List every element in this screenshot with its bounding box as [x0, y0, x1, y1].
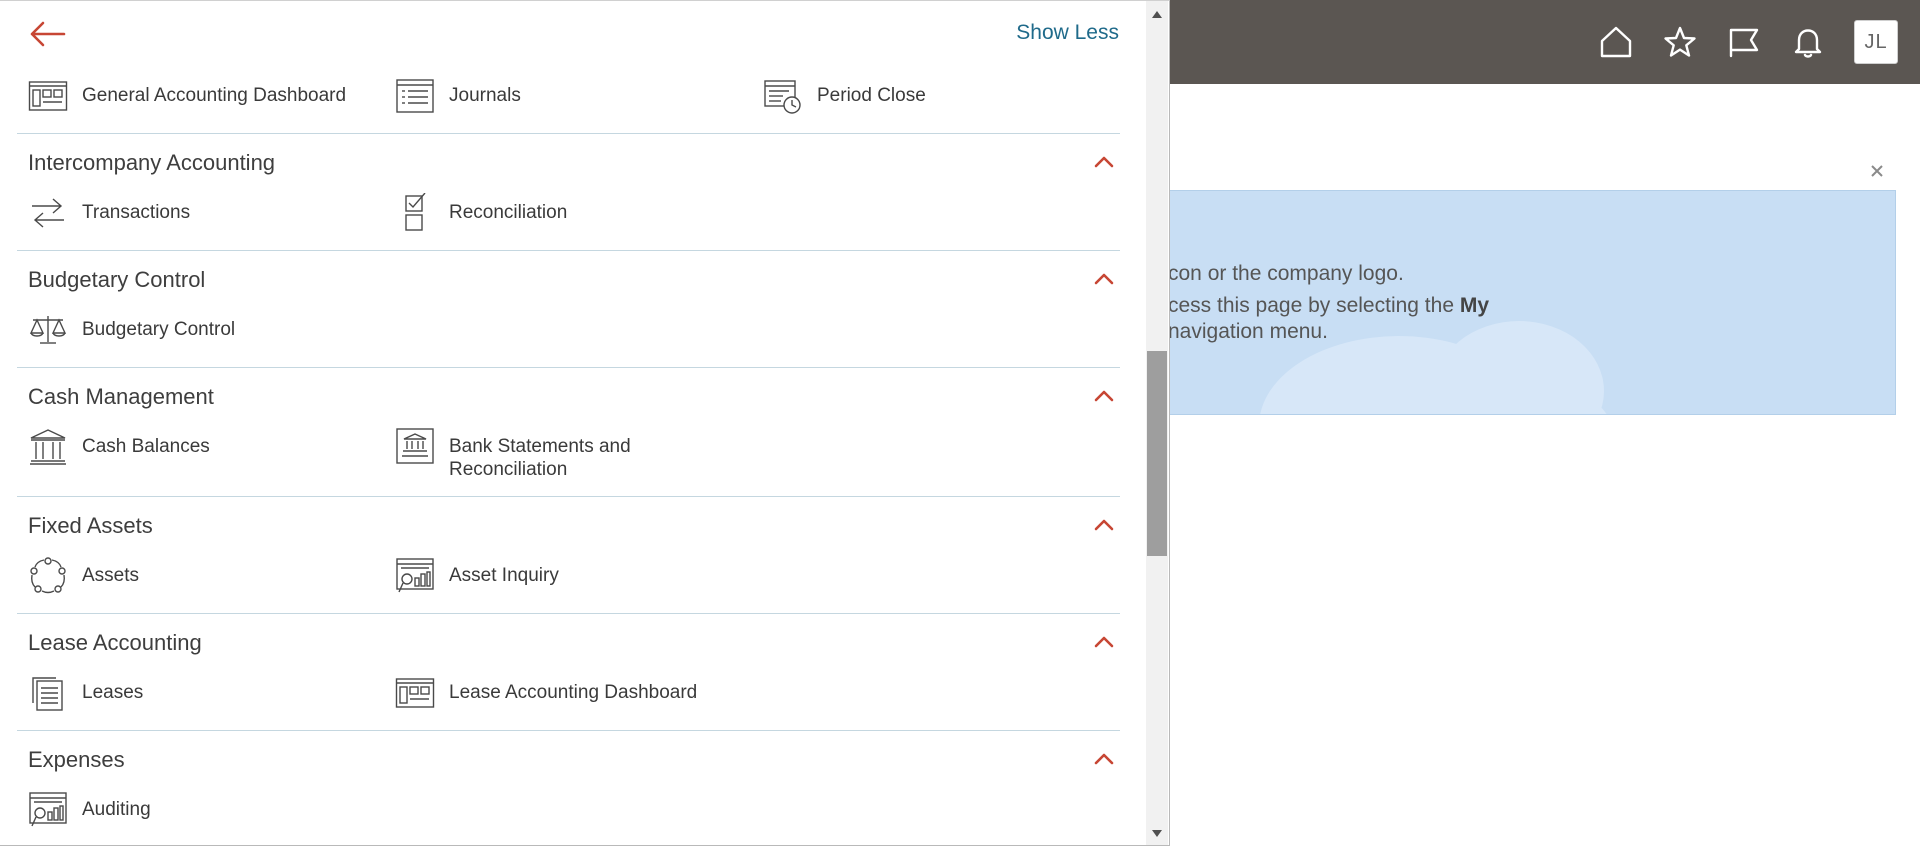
header-icons: JL	[1584, 0, 1920, 84]
section-divider	[17, 250, 1120, 251]
nav-item-label: Leases	[82, 682, 144, 703]
nav-item-journals[interactable]: Journals	[395, 76, 521, 116]
nav-item-label: Assets	[82, 565, 140, 586]
watchlist-flag-icon[interactable]	[1712, 0, 1776, 84]
user-avatar[interactable]: JL	[1854, 20, 1898, 64]
banner-message: con or the company logo. cess this page …	[1168, 258, 1489, 348]
chevron-up-icon[interactable]	[1093, 389, 1115, 403]
nav-item-label: Lease Accounting Dashboard	[449, 682, 698, 703]
nav-item-asset-inquiry[interactable]: Asset Inquiry	[395, 556, 559, 596]
chevron-up-icon[interactable]	[1093, 752, 1115, 766]
audit-inquiry-icon	[28, 790, 68, 830]
nav-item-label-line-2: Reconciliation	[449, 459, 568, 480]
nav-item-period-close[interactable]: Period Close	[763, 76, 926, 116]
back-arrow-icon[interactable]	[28, 19, 68, 49]
nav-item-label: Bank Statements and Reconciliation	[449, 427, 631, 481]
scrollbar-thumb[interactable]	[1147, 351, 1167, 556]
nav-item-label-line-1: Bank Statements and	[449, 436, 631, 457]
section-divider	[17, 496, 1120, 497]
dashboard-icon	[28, 76, 68, 116]
nav-item-label: Asset Inquiry	[449, 565, 559, 586]
checklist-icon	[395, 192, 435, 233]
nav-item-bank-statements-and-reconciliation[interactable]: Bank Statements and Reconciliation	[395, 427, 631, 480]
nav-item-label: Reconciliation	[449, 202, 568, 223]
bank-building-icon	[28, 427, 68, 467]
chevron-up-icon[interactable]	[1093, 272, 1115, 286]
transfer-arrows-icon	[28, 193, 68, 233]
nav-item-lease-accounting-dashboard[interactable]: Lease Accounting Dashboard	[395, 673, 697, 713]
nav-item-label: Journals	[449, 85, 521, 106]
dashboard-icon	[395, 673, 435, 713]
section-divider	[17, 730, 1120, 731]
nav-item-label: Auditing	[82, 799, 151, 820]
banner-line-1: con or the company logo.	[1168, 262, 1404, 285]
document-stack-icon	[28, 673, 68, 713]
period-close-icon	[763, 76, 803, 116]
section-title-budgetary-control: Budgetary Control	[28, 267, 206, 292]
nav-item-cash-balances[interactable]: Cash Balances	[28, 427, 210, 467]
section-divider	[17, 613, 1120, 614]
section-title-cash-management: Cash Management	[28, 384, 214, 409]
navigator-panel: Show Less General Accounting Dashboard J…	[0, 0, 1170, 846]
nav-item-label: Budgetary Control	[82, 319, 236, 340]
bank-statement-icon	[395, 427, 435, 467]
section-title-intercompany-accounting: Intercompany Accounting	[28, 150, 276, 175]
nav-item-reconciliation[interactable]: Reconciliation	[395, 192, 568, 233]
section-title-expenses: Expenses	[28, 747, 125, 772]
show-less-link[interactable]: Show Less	[1016, 21, 1119, 45]
home-icon[interactable]	[1584, 0, 1648, 84]
scroll-up-arrow-icon[interactable]	[1147, 1, 1167, 29]
nav-item-label: Transactions	[82, 202, 191, 223]
favorites-star-icon[interactable]	[1648, 0, 1712, 84]
chevron-up-icon[interactable]	[1093, 518, 1115, 532]
nav-item-leases[interactable]: Leases	[28, 673, 143, 713]
nav-item-auditing[interactable]: Auditing	[28, 790, 151, 830]
asset-cycle-icon	[28, 556, 68, 596]
section-divider	[17, 367, 1120, 368]
nav-item-label: Period Close	[817, 85, 926, 106]
nav-item-assets[interactable]: Assets	[28, 556, 139, 596]
section-divider	[17, 133, 1120, 134]
nav-item-label: Cash Balances	[82, 436, 210, 457]
scroll-down-arrow-icon[interactable]	[1147, 819, 1167, 845]
section-title-lease-accounting: Lease Accounting	[28, 630, 202, 655]
chevron-up-icon[interactable]	[1093, 635, 1115, 649]
chevron-up-icon[interactable]	[1093, 155, 1115, 169]
nav-item-general-accounting-dashboard[interactable]: General Accounting Dashboard	[28, 76, 346, 116]
balance-scale-icon	[28, 310, 68, 350]
nav-item-label: General Accounting Dashboard	[82, 85, 347, 106]
asset-inquiry-icon	[395, 556, 435, 596]
close-banner-icon[interactable]	[1869, 163, 1885, 179]
nav-item-transactions[interactable]: Transactions	[28, 193, 190, 233]
journal-list-icon	[395, 76, 435, 116]
nav-item-budgetary-control[interactable]: Budgetary Control	[28, 310, 235, 350]
section-title-fixed-assets: Fixed Assets	[28, 513, 153, 538]
notifications-bell-icon[interactable]	[1776, 0, 1840, 84]
